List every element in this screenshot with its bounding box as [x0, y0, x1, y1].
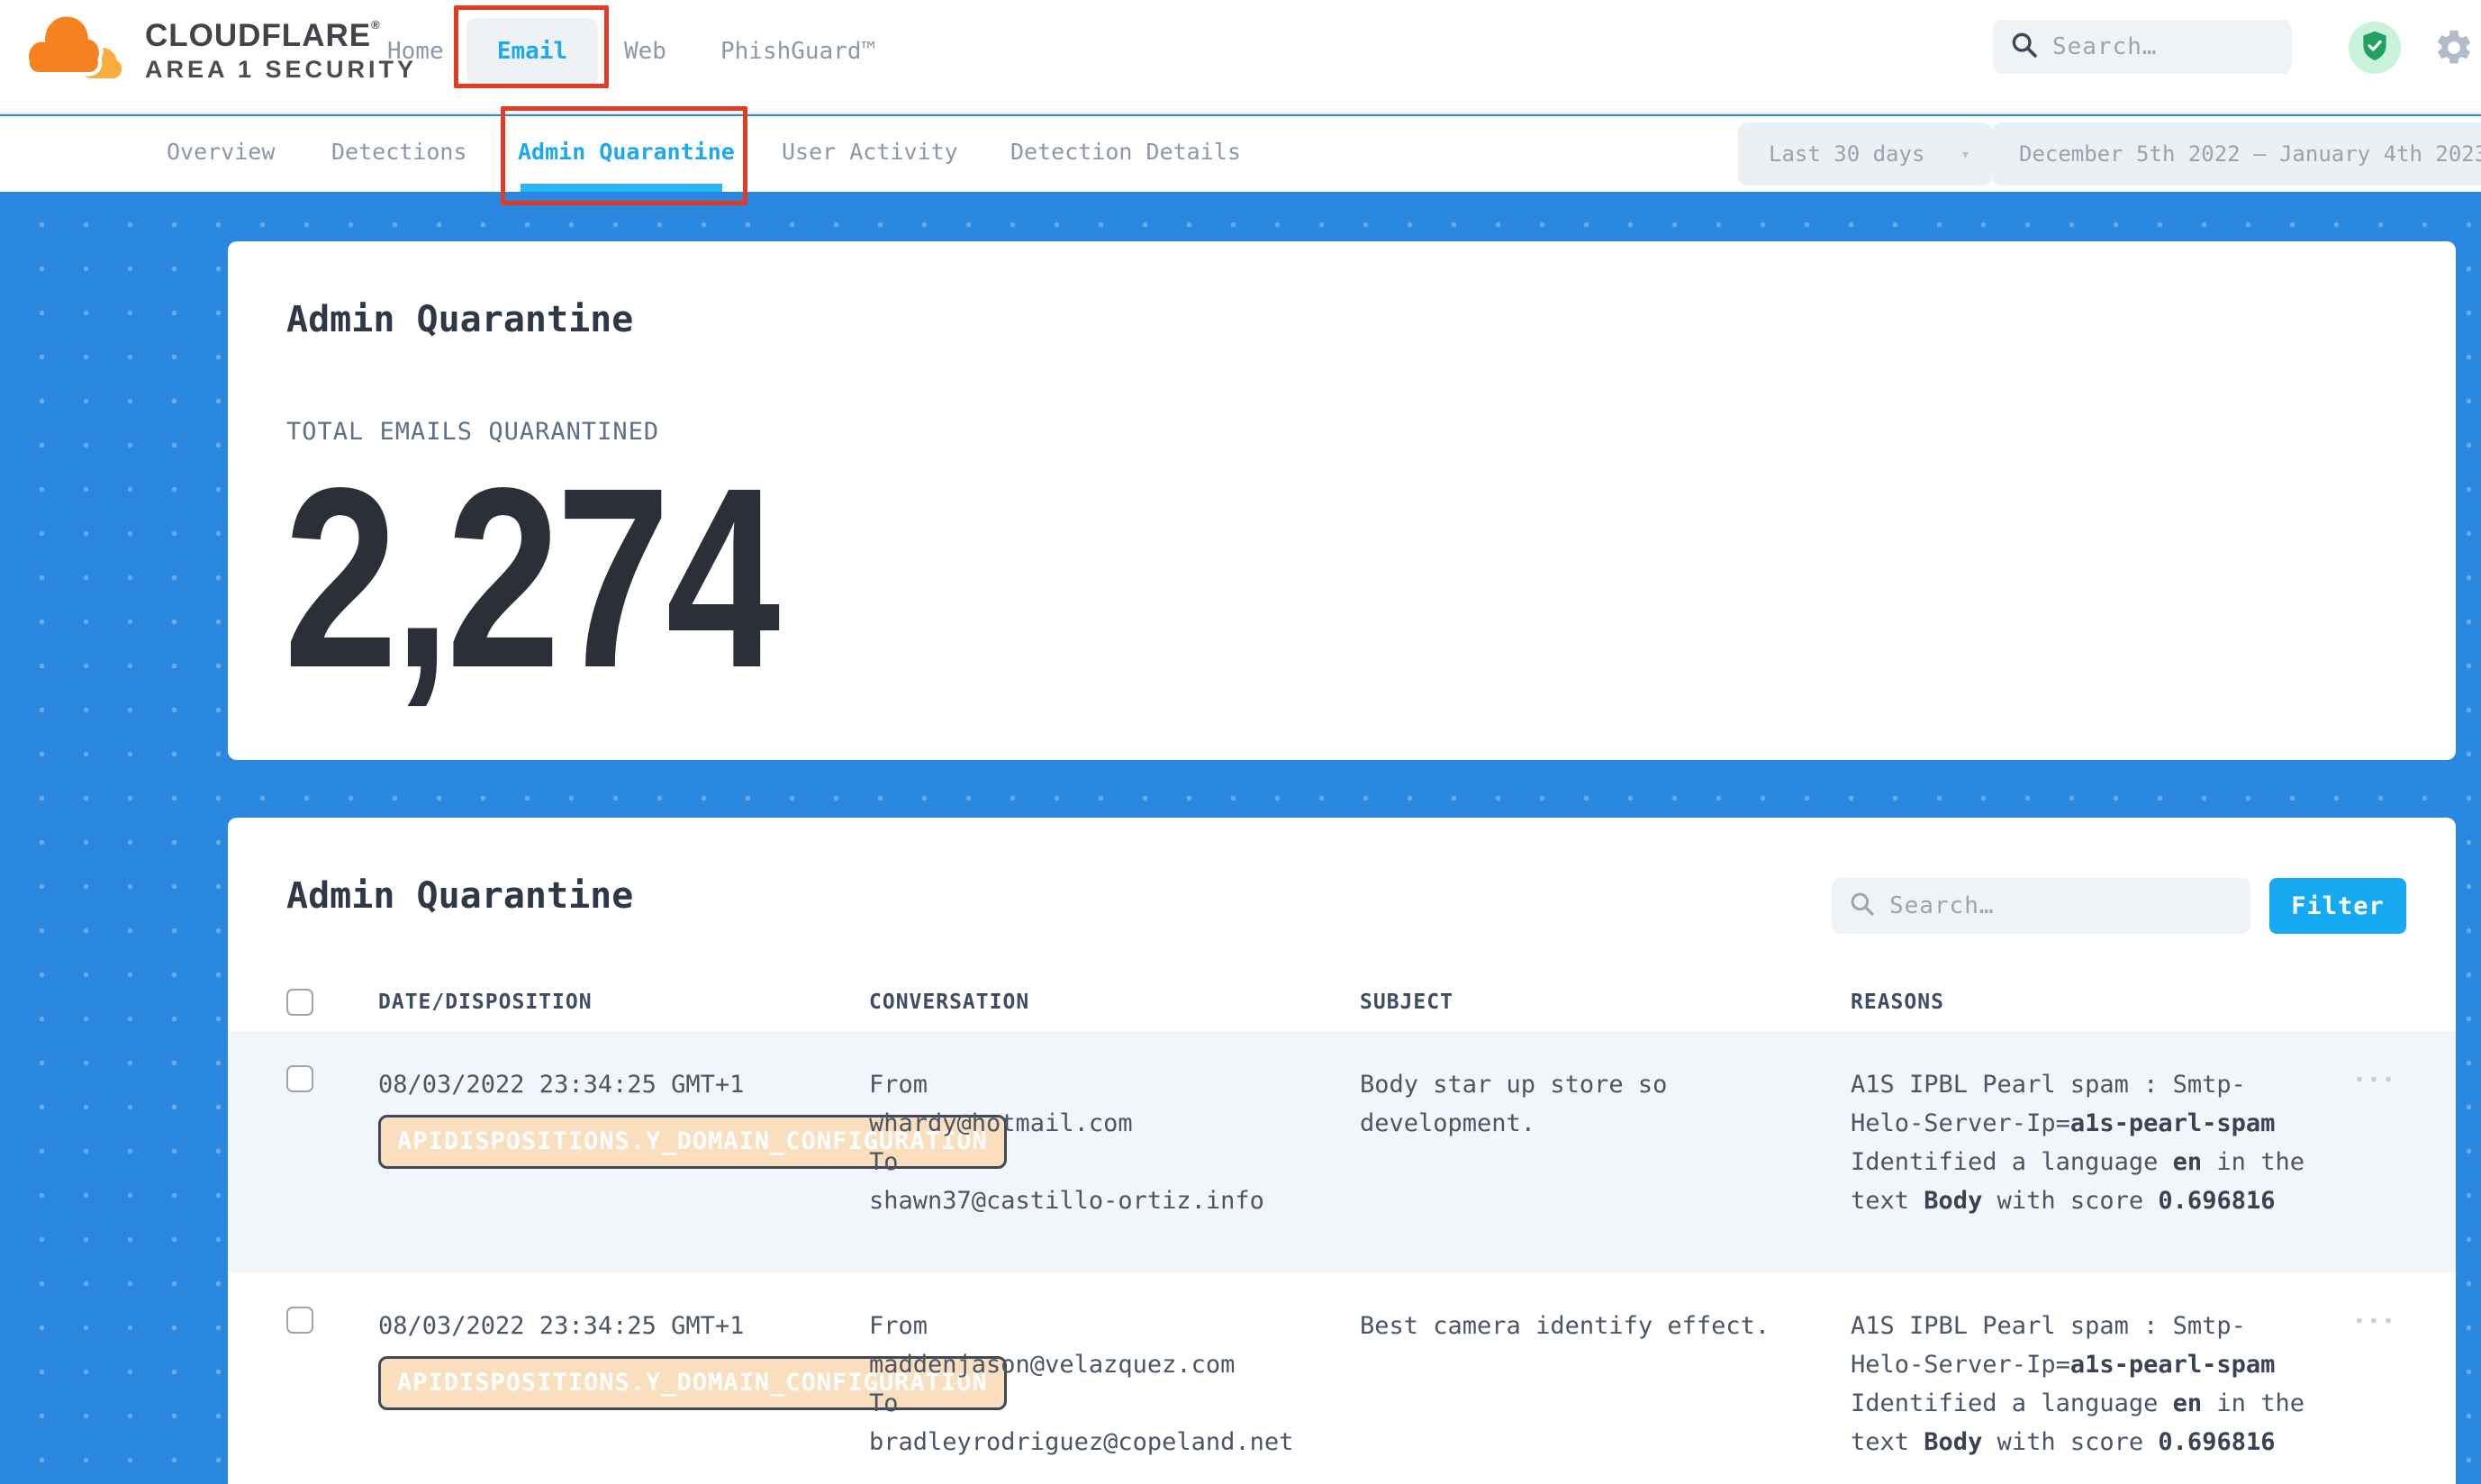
cloudflare-cloud-icon	[23, 7, 129, 94]
table-row[interactable]: 08/03/2022 23:34:25 GMT+1 From maddenjas…	[228, 1272, 2456, 1484]
email-subnav: Overview Detections Admin Quarantine Use…	[0, 116, 2481, 192]
reasons-cell: A1S IPBL Pearl spam : Smtp-Helo-Server-I…	[1851, 1065, 2310, 1272]
to-email: shawn37@castillo-ortiz.info	[869, 1181, 1324, 1220]
date-disposition-cell: 08/03/2022 23:34:25 GMT+1	[378, 1065, 869, 1272]
quarantine-table-card: Admin Quarantine Filter DATE/DISPOSITION…	[228, 818, 2456, 1484]
nav-item-home[interactable]: Home	[387, 0, 444, 114]
chevron-down-icon: ▾	[1960, 145, 1970, 164]
conversation-cell: From whardy@hotmail.com To shawn37@casti…	[869, 1065, 1360, 1272]
reasons-cell: A1S IPBL Pearl spam : Smtp-Helo-Server-I…	[1851, 1307, 2310, 1484]
more-options-icon[interactable]: •••	[2354, 1069, 2397, 1272]
main-content: Admin Quarantine TOTAL EMAILS QUARANTINE…	[0, 192, 2481, 1484]
to-label: To	[869, 1143, 1324, 1181]
conversation-cell: From maddenjason@velazquez.com To bradle…	[869, 1307, 1360, 1484]
table-header-row: DATE/DISPOSITION CONVERSATION SUBJECT RE…	[228, 973, 2456, 1031]
nav-item-email-active[interactable]: Email	[466, 18, 598, 85]
row-checkbox[interactable]	[286, 1307, 313, 1334]
tab-admin-quarantine[interactable]: Admin Quarantine	[518, 116, 735, 192]
top-header: CLOUDFLARE® AREA 1 SECURITY Home Email W…	[0, 0, 2481, 114]
row-date: 08/03/2022 23:34:25 GMT+1	[378, 1071, 744, 1099]
tab-user-activity[interactable]: User Activity	[782, 116, 958, 192]
subject-cell: Best camera identify effect.	[1360, 1307, 1851, 1484]
header-search-box[interactable]	[1993, 20, 2292, 74]
total-emails-value: 2,274	[284, 450, 776, 707]
column-header-date-disposition: DATE/DISPOSITION	[378, 991, 869, 1014]
column-header-subject: SUBJECT	[1360, 991, 1851, 1014]
tab-detection-details[interactable]: Detection Details	[1010, 116, 1241, 192]
from-label: From	[869, 1307, 1324, 1345]
table-card-title: Admin Quarantine	[286, 875, 633, 917]
registered-mark: ®	[371, 18, 381, 32]
brand-subtitle: AREA 1 SECURITY	[145, 56, 417, 84]
time-range-dropdown[interactable]: Last 30 days ▾	[1738, 122, 1992, 186]
time-range-value: Last 30 days	[1769, 141, 1924, 167]
nav-item-web[interactable]: Web	[624, 0, 666, 114]
protection-status-badge[interactable]	[2349, 22, 2401, 74]
table-row[interactable]: 08/03/2022 23:34:25 GMT+1 From whardy@ho…	[228, 1031, 2456, 1272]
table-search-box[interactable]	[1832, 878, 2250, 934]
search-icon	[2009, 30, 2040, 64]
filter-button[interactable]: Filter	[2269, 878, 2406, 934]
row-checkbox[interactable]	[286, 1065, 313, 1092]
select-all-checkbox[interactable]	[286, 989, 313, 1016]
from-label: From	[869, 1065, 1324, 1104]
subject-cell: Body star up store so development.	[1360, 1065, 1851, 1272]
brand-name: CLOUDFLARE®	[145, 18, 381, 53]
header-search-input[interactable]	[2052, 33, 2356, 60]
to-email: bradleyrodriguez@copeland.net	[869, 1423, 1324, 1461]
table-search-input[interactable]	[1889, 892, 2234, 919]
settings-gear-icon[interactable]	[2433, 27, 2475, 72]
date-range-display[interactable]: December 5th 2022 — January 4th 2023	[1992, 122, 2481, 186]
row-date: 08/03/2022 23:34:25 GMT+1	[378, 1312, 744, 1340]
quarantine-stats-card: Admin Quarantine TOTAL EMAILS QUARANTINE…	[228, 241, 2456, 760]
from-email: maddenjason@velazquez.com	[869, 1345, 1324, 1384]
to-label: To	[869, 1384, 1324, 1423]
active-tab-underline	[521, 184, 722, 192]
nav-item-phishguard[interactable]: PhishGuard™	[720, 0, 875, 114]
more-options-icon[interactable]: •••	[2354, 1310, 2397, 1484]
app-screen: CLOUDFLARE® AREA 1 SECURITY Home Email W…	[0, 0, 2481, 1484]
shield-check-icon	[2359, 29, 2391, 67]
cloudflare-logo: CLOUDFLARE® AREA 1 SECURITY	[23, 7, 417, 94]
from-email: whardy@hotmail.com	[869, 1104, 1324, 1143]
column-header-conversation: CONVERSATION	[869, 991, 1360, 1014]
column-header-reasons: REASONS	[1851, 991, 2310, 1014]
tab-overview[interactable]: Overview	[167, 116, 275, 192]
tab-detections[interactable]: Detections	[331, 116, 467, 192]
stats-card-title: Admin Quarantine	[286, 299, 633, 340]
search-icon	[1848, 890, 1877, 922]
